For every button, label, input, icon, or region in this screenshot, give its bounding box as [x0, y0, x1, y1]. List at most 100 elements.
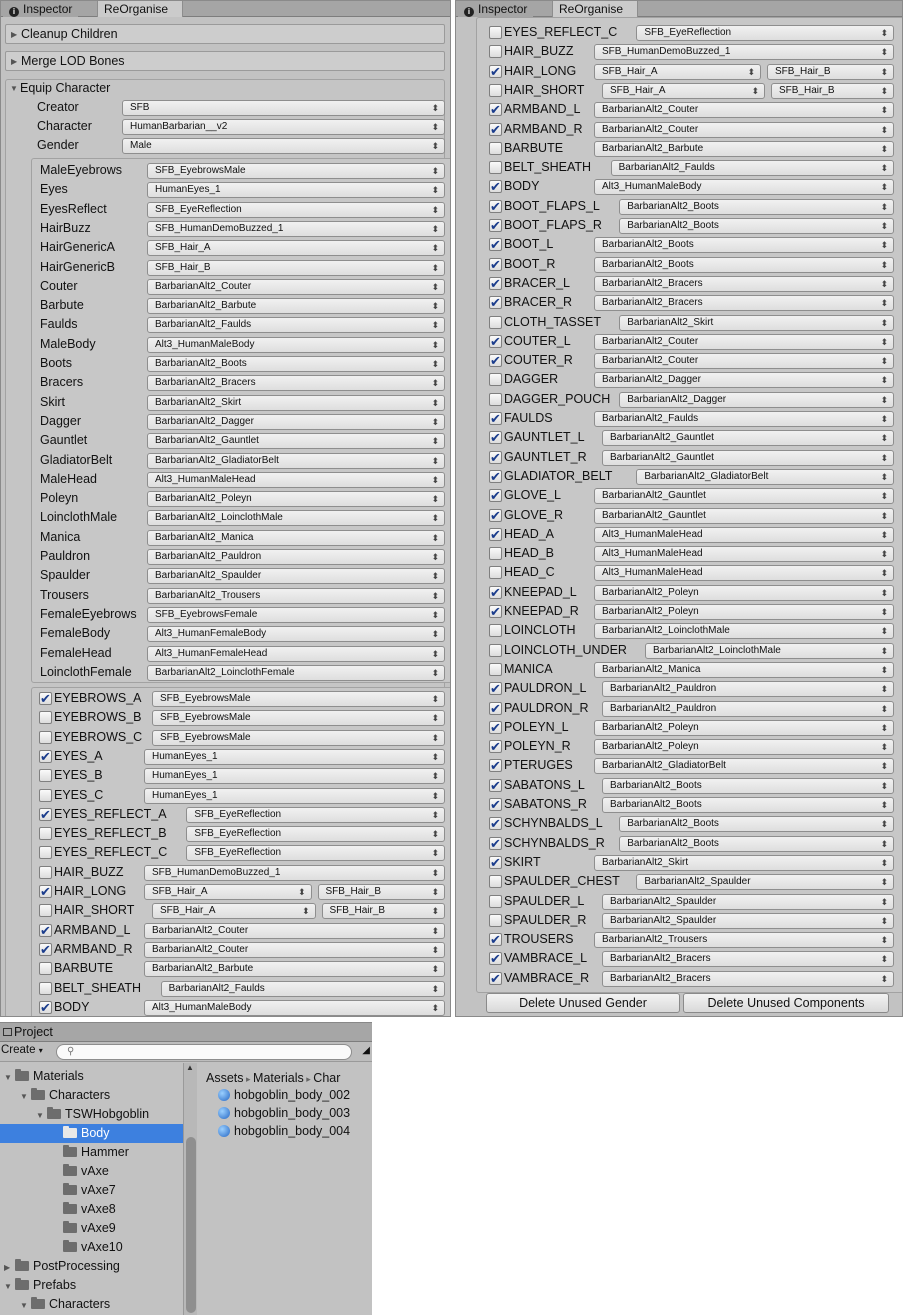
- tree-item[interactable]: vAxe7: [0, 1181, 183, 1200]
- component-checkbox[interactable]: [489, 894, 502, 908]
- component-checkbox[interactable]: [39, 788, 52, 802]
- component-dropdown[interactable]: HumanEyes_1 ⬍: [144, 787, 445, 804]
- component-checkbox[interactable]: [489, 45, 502, 59]
- project-tab[interactable]: Project: [0, 1023, 372, 1042]
- component-checkbox[interactable]: [489, 701, 502, 715]
- component-checkbox[interactable]: [489, 83, 502, 97]
- component-checkbox[interactable]: [489, 624, 502, 638]
- component-dropdown[interactable]: Alt3_HumanMaleHead ⬍: [594, 526, 894, 543]
- tree-item[interactable]: vAxe9: [0, 1219, 183, 1238]
- component-dropdown[interactable]: SFB_Hair_A ⬍: [594, 63, 761, 80]
- search-input[interactable]: ⚲: [56, 1044, 352, 1060]
- component-checkbox[interactable]: [489, 933, 502, 947]
- component-dropdown[interactable]: BarbarianAlt2_Pauldron ⬍: [602, 700, 894, 717]
- component-checkbox[interactable]: [489, 585, 502, 599]
- component-dropdown[interactable]: BarbarianAlt2_Boots ⬍: [619, 198, 894, 215]
- component-dropdown[interactable]: SFB_Hair_A ⬍: [144, 884, 312, 900]
- component-dropdown[interactable]: BarbarianAlt2_Gauntlet ⬍: [594, 488, 894, 505]
- component-dropdown[interactable]: BarbarianAlt2_Boots ⬍: [619, 835, 894, 852]
- tree-item[interactable]: ▼ TSWHobgoblin: [0, 1105, 183, 1124]
- component-dropdown[interactable]: BarbarianAlt2_Skirt ⬍: [619, 314, 894, 331]
- component-dropdown[interactable]: BarbarianAlt2_Faulds ⬍: [160, 980, 445, 997]
- component-dropdown[interactable]: BarbarianAlt2_Couter ⬍: [594, 353, 894, 370]
- component-checkbox[interactable]: [489, 527, 502, 541]
- component-checkbox[interactable]: [489, 354, 502, 368]
- component-checkbox[interactable]: [489, 508, 502, 522]
- component-checkbox[interactable]: [39, 942, 52, 956]
- component-dropdown[interactable]: BarbarianAlt2_Boots ⬍: [594, 237, 894, 254]
- component-dropdown[interactable]: BarbarianAlt2_Boots ⬍: [602, 797, 894, 813]
- component-dropdown[interactable]: BarbarianAlt2_Poleyn ⬍: [594, 739, 894, 756]
- triangle-right-icon[interactable]: ▶: [4, 1258, 15, 1277]
- component-checkbox[interactable]: [39, 807, 52, 821]
- component-dropdown[interactable]: SFB_Hair_A ⬍: [602, 82, 765, 99]
- component-checkbox[interactable]: [489, 257, 502, 271]
- component-checkbox[interactable]: [39, 827, 52, 841]
- component-checkbox[interactable]: [489, 103, 502, 117]
- component-checkbox[interactable]: [39, 846, 52, 860]
- tree-item[interactable]: vAxe8: [0, 1200, 183, 1219]
- component-dropdown[interactable]: BarbarianAlt2_Boots ⬍: [602, 777, 894, 794]
- breadcrumb-item[interactable]: Materials: [253, 1071, 304, 1085]
- component-checkbox[interactable]: [489, 547, 502, 561]
- equip-field-dropdown[interactable]: Male ⬍: [122, 138, 445, 154]
- tab-reorganise[interactable]: ReOrganise: [552, 1, 638, 17]
- equip-field-dropdown[interactable]: HumanBarbarian__v2 ⬍: [122, 119, 445, 135]
- component-checkbox[interactable]: [489, 836, 502, 850]
- component-dropdown[interactable]: BarbarianAlt2_Bracers ⬍: [602, 951, 894, 968]
- component-checkbox[interactable]: [489, 141, 502, 155]
- component-dropdown[interactable]: SFB_Hair_B ⬍: [321, 903, 445, 920]
- component-checkbox[interactable]: [489, 913, 502, 927]
- slot-dropdown[interactable]: Alt3_HumanFemaleBody ⬍: [147, 626, 445, 643]
- component-dropdown[interactable]: BarbarianAlt2_Pauldron ⬍: [602, 681, 894, 698]
- component-dropdown[interactable]: BarbarianAlt2_Couter ⬍: [144, 922, 445, 939]
- tab-reorganise[interactable]: ReOrganise: [97, 1, 183, 17]
- component-checkbox[interactable]: [489, 875, 502, 889]
- breadcrumb-item[interactable]: Char: [313, 1071, 340, 1085]
- breadcrumb-item[interactable]: Assets: [206, 1071, 244, 1085]
- component-checkbox[interactable]: [489, 643, 502, 657]
- component-dropdown[interactable]: Alt3_HumanMaleHead ⬍: [594, 565, 894, 582]
- slot-dropdown[interactable]: SFB_EyebrowsFemale ⬍: [147, 606, 445, 623]
- component-checkbox[interactable]: [489, 373, 502, 387]
- triangle-down-icon[interactable]: ▼: [4, 1068, 15, 1087]
- component-checkbox[interactable]: [489, 238, 502, 252]
- lock-icon[interactable]: ◢: [362, 1045, 370, 1056]
- component-dropdown[interactable]: BarbarianAlt2_Boots ⬍: [619, 816, 894, 833]
- delete-unused-gender-button[interactable]: Delete Unused Gender: [486, 993, 680, 1013]
- delete-unused-components-button[interactable]: Delete Unused Components: [683, 993, 889, 1013]
- component-dropdown[interactable]: BarbarianAlt2_Poleyn ⬍: [594, 584, 894, 601]
- component-checkbox[interactable]: [489, 759, 502, 773]
- component-dropdown[interactable]: BarbarianAlt2_Bracers ⬍: [602, 970, 894, 987]
- component-checkbox[interactable]: [39, 981, 52, 995]
- component-dropdown[interactable]: SFB_EyebrowsMale ⬍: [152, 691, 445, 707]
- slot-dropdown[interactable]: BarbarianAlt2_Dagger ⬍: [147, 413, 445, 430]
- component-dropdown[interactable]: BarbarianAlt2_Barbute ⬍: [594, 140, 894, 157]
- component-checkbox[interactable]: [39, 730, 52, 744]
- slot-dropdown[interactable]: BarbarianAlt2_Faulds ⬍: [147, 317, 445, 334]
- component-dropdown[interactable]: BarbarianAlt2_Gauntlet ⬍: [602, 449, 894, 466]
- slot-dropdown[interactable]: BarbarianAlt2_Poleyn ⬍: [147, 491, 445, 508]
- slot-dropdown[interactable]: BarbarianAlt2_Trousers ⬍: [147, 587, 445, 604]
- foldout-merge-lod-bones[interactable]: ▶ Merge LOD Bones: [5, 51, 445, 71]
- tree-item[interactable]: Hammer: [0, 1143, 183, 1162]
- component-dropdown[interactable]: SFB_EyeReflection ⬍: [186, 845, 445, 862]
- asset-item[interactable]: hobgoblin_body_003: [218, 1104, 350, 1123]
- component-dropdown[interactable]: BarbarianAlt2_Trousers ⬍: [594, 932, 894, 949]
- component-checkbox[interactable]: [489, 682, 502, 696]
- component-dropdown[interactable]: BarbarianAlt2_Faulds ⬍: [610, 160, 894, 177]
- component-checkbox[interactable]: [489, 315, 502, 329]
- tree-item[interactable]: ▼ Prefabs: [0, 1276, 183, 1295]
- component-dropdown[interactable]: BarbarianAlt2_Boots ⬍: [594, 256, 894, 273]
- component-dropdown[interactable]: SFB_Hair_B ⬍: [767, 63, 894, 80]
- tree-item[interactable]: ▼ Characters: [0, 1086, 183, 1105]
- slot-dropdown[interactable]: BarbarianAlt2_Pauldron ⬍: [147, 549, 445, 565]
- component-dropdown[interactable]: BarbarianAlt2_Manica ⬍: [594, 661, 894, 678]
- tree-item[interactable]: ▼ Materials: [0, 1067, 183, 1086]
- triangle-down-icon[interactable]: ▼: [20, 1296, 31, 1315]
- slot-dropdown[interactable]: SFB_EyebrowsMale ⬍: [147, 163, 445, 179]
- triangle-down-icon[interactable]: ▼: [20, 1087, 31, 1106]
- tree-item[interactable]: ▶ PostProcessing: [0, 1257, 183, 1276]
- component-dropdown[interactable]: HumanEyes_1 ⬍: [144, 768, 445, 785]
- component-checkbox[interactable]: [489, 855, 502, 869]
